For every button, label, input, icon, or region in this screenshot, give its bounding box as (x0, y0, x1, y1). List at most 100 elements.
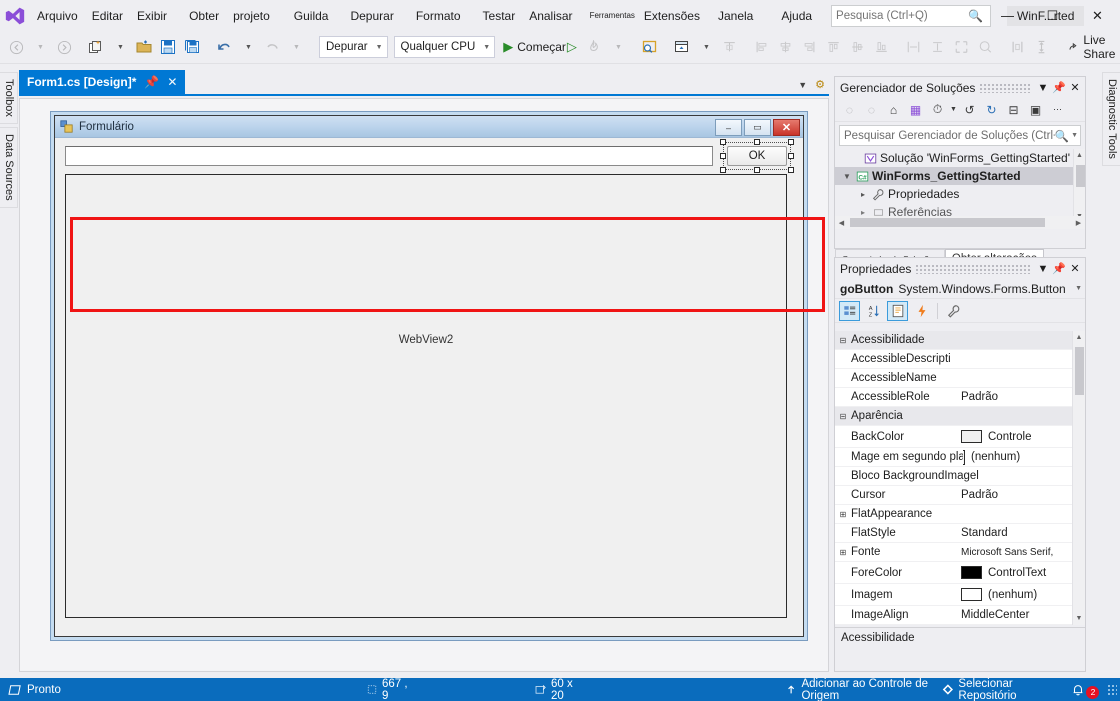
show-all-files-icon[interactable]: ▣ (1025, 100, 1046, 120)
window-layout-icon[interactable] (670, 35, 694, 59)
live-share-button[interactable]: Live Share (1062, 35, 1120, 59)
scroll-track[interactable] (848, 218, 1072, 227)
redo-icon[interactable] (260, 35, 284, 59)
redo-dropdown-icon[interactable]: ▼ (284, 35, 308, 59)
expander-icon[interactable]: ⊞ (835, 510, 851, 519)
menu-depurar[interactable]: Depurar (343, 5, 400, 27)
chevron-down-icon[interactable]: ▼ (1035, 263, 1051, 275)
chevron-down-icon[interactable]: ▼ (1071, 132, 1078, 139)
property-row-category-aparencia[interactable]: ⊟ Aparência (835, 407, 1085, 426)
menu-janela[interactable]: Janela (711, 5, 760, 27)
align-right-icon[interactable] (798, 35, 822, 59)
property-row-cursor[interactable]: Cursor Padrão (835, 486, 1085, 505)
align-to-grid-icon[interactable] (718, 35, 742, 59)
property-row-forecolor[interactable]: ForeColor ControlText (835, 562, 1085, 584)
scroll-thumb[interactable] (1075, 347, 1084, 395)
form-designer-surface[interactable]: Formulário – ▭ ✕ OK WebView2 (19, 98, 829, 672)
solution-view-icon[interactable]: ▦ (905, 100, 926, 120)
property-grid[interactable]: ⊟ Acessibilidade AccessibleDescripti Acc… (835, 331, 1085, 625)
arrow-back-icon[interactable] (4, 35, 28, 59)
menu-obter[interactable]: Obter (182, 5, 226, 27)
menu-ferramentas[interactable]: Ferramentas (588, 5, 637, 27)
align-bottom-icon[interactable] (870, 35, 894, 59)
menu-ajuda[interactable]: Ajuda (774, 5, 819, 27)
sidebar-item-data-sources[interactable]: Data Sources (0, 127, 18, 208)
make-same-height-icon[interactable] (926, 35, 950, 59)
menu-guilda[interactable]: Guilda (287, 5, 336, 27)
save-icon[interactable] (156, 35, 180, 59)
chevron-right-icon[interactable]: ▶ (1072, 219, 1085, 227)
property-row-backgroundimagelayout[interactable]: Bloco BackgroundImagel (835, 467, 1085, 486)
chevron-up-icon[interactable]: ▲ (1073, 331, 1085, 344)
property-grid-scrollbar[interactable]: ▲ ▼ (1072, 331, 1085, 625)
undo-icon[interactable] (212, 35, 236, 59)
expander-icon[interactable]: ⊞ (835, 548, 851, 557)
overflow-icon[interactable]: ⋯ (1047, 100, 1068, 120)
scroll-thumb[interactable] (1076, 165, 1085, 187)
vertical-spacing-icon[interactable] (1030, 35, 1054, 59)
properties-page-icon[interactable] (887, 301, 908, 321)
close-icon[interactable]: ✕ (1067, 262, 1083, 275)
preview-icon[interactable] (638, 35, 662, 59)
solution-tree-vscrollbar[interactable]: ▲ ▼ (1073, 149, 1085, 223)
menu-exibir[interactable]: Exibir (130, 5, 174, 27)
minimize-button[interactable]: — (985, 0, 1030, 31)
save-all-icon[interactable] (180, 35, 204, 59)
menu-arquivo[interactable]: Arquivo (30, 5, 85, 27)
sidebar-item-toolbox[interactable]: Toolbox (0, 72, 18, 124)
status-notifications[interactable]: 2 (1063, 678, 1107, 701)
solution-platform-combo[interactable]: Qualquer CPU ▼ (394, 36, 496, 58)
chevron-down-icon[interactable]: ▼ (798, 80, 807, 90)
close-button[interactable]: ✕ (1075, 0, 1120, 31)
scroll-thumb[interactable] (850, 218, 1045, 227)
events-lightning-icon[interactable] (911, 301, 932, 321)
address-textbox[interactable] (65, 146, 713, 166)
back-dropdown-icon[interactable]: ▼ (28, 35, 52, 59)
tree-item-project[interactable]: ▼ C# WinForms_GettingStarted (835, 167, 1085, 185)
maximize-button[interactable]: ☐ (1030, 0, 1075, 31)
solution-explorer-search[interactable]: Pesquisar Gerenciador de Soluções (Ctrl+… (839, 125, 1081, 146)
alphabetical-icon[interactable]: AZ (863, 301, 884, 321)
solution-configuration-combo[interactable]: Depurar ▼ (319, 36, 388, 58)
pending-changes-icon[interactable]: ⏱ (927, 100, 948, 120)
tree-item-solution[interactable]: Solução 'WinForms_GettingStarted' (1 (835, 149, 1085, 167)
close-icon[interactable]: ✕ (1067, 81, 1083, 94)
property-row-imagem[interactable]: Imagem (nenhum) (835, 584, 1085, 606)
expander-icon[interactable]: ▼ (841, 172, 853, 181)
form-maximize-button[interactable]: ▭ (744, 119, 771, 136)
panel-drag-handle[interactable] (979, 83, 1031, 93)
close-icon[interactable]: ✕ (167, 75, 177, 89)
home-icon[interactable]: ⌂ (883, 100, 904, 120)
chevron-down-icon[interactable]: ▼ (1035, 82, 1051, 94)
arrow-forward-icon[interactable] (52, 35, 76, 59)
expander-icon[interactable]: ▸ (857, 190, 869, 199)
menu-analisar[interactable]: Analisar (522, 5, 579, 27)
property-row-accessiblerole[interactable]: AccessibleRole Padrão (835, 388, 1085, 407)
window-layout-dropdown-icon[interactable]: ▼ (694, 35, 718, 59)
make-same-size-icon[interactable] (950, 35, 974, 59)
tree-item-propriedades[interactable]: ▸ Propriedades (835, 185, 1085, 203)
pending-changes-dropdown-icon[interactable]: ▼ (949, 100, 958, 120)
property-value[interactable]: Padrão (961, 391, 1085, 403)
sync-icon[interactable]: ↻ (981, 100, 1002, 120)
start-debug-button[interactable]: ▶ Começar ▷ (498, 35, 582, 59)
chevron-left-icon[interactable]: ◀ (835, 219, 848, 227)
property-value[interactable]: MiddleCenter (961, 609, 1085, 621)
property-pages-wrench-icon[interactable] (943, 301, 964, 321)
menu-testar[interactable]: Testar (476, 5, 523, 27)
property-row-backgroundimage[interactable]: Mage em segundo plano (nenhum) (835, 448, 1085, 467)
property-row-imagealign[interactable]: ImageAlign MiddleCenter (835, 606, 1085, 625)
status-repository[interactable]: Selecionar Repositório (934, 678, 1058, 701)
open-folder-icon[interactable] (132, 35, 156, 59)
forward-icon[interactable]: ◌ (861, 100, 882, 120)
menu-editar[interactable]: Editar (85, 5, 130, 27)
sidebar-item-diagnostic-tools[interactable]: Diagnostic Tools (1102, 72, 1120, 166)
undo-dropdown-icon[interactable]: ▼ (236, 35, 260, 59)
collapse-all-icon[interactable]: ⊟ (1003, 100, 1024, 120)
tab-form1-design[interactable]: Form1.cs [Design]* 📌 ✕ (19, 70, 185, 94)
resize-grip[interactable] (1107, 684, 1117, 696)
property-row-backcolor[interactable]: BackColor Controle (835, 426, 1085, 448)
chevron-up-icon[interactable]: ▲ (1074, 149, 1085, 162)
designed-form[interactable]: Formulário – ▭ ✕ OK WebView2 (54, 115, 804, 637)
property-value[interactable]: Standard (961, 527, 1085, 539)
